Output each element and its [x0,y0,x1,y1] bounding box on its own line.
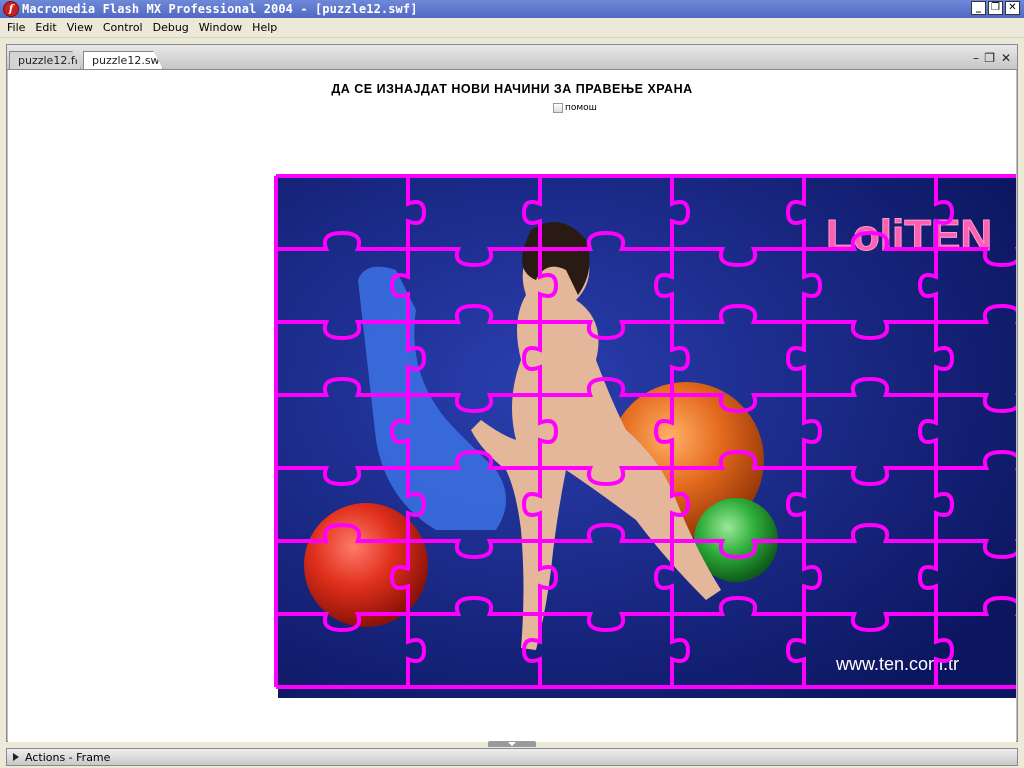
menu-debug[interactable]: Debug [148,21,194,34]
flash-stage: ДА СЕ ИЗНАЈДАТ НОВИ НАЧИНИ ЗА ПРАВЕЊЕ ХР… [8,70,1016,742]
menu-view[interactable]: View [62,21,98,34]
minimize-button[interactable]: _ [971,1,986,15]
page-title: ДА СЕ ИЗНАЈДАТ НОВИ НАЧИНИ ЗА ПРАВЕЊЕ ХР… [331,82,693,96]
menu-edit[interactable]: Edit [30,21,61,34]
menu-help[interactable]: Help [247,21,282,34]
document-window: puzzle12.fla puzzle12.swf – ❐ ✕ ДА СЕ ИЗ… [6,44,1018,742]
help-control[interactable]: помош [553,103,597,113]
menu-bar: File Edit View Control Debug Window Help [0,18,1024,38]
close-button[interactable]: ✕ [1005,1,1020,15]
tab-puzzle12-swf[interactable]: puzzle12.swf [83,51,163,69]
panel-splitter[interactable] [488,741,536,747]
actions-panel-label: Actions - Frame [25,750,111,764]
title-bar: f Macromedia Flash MX Professional 2004 … [0,0,1024,18]
document-close-button[interactable]: ✕ [1001,51,1011,65]
document-restore-button[interactable]: ❐ [984,51,995,65]
window-title: Macromedia Flash MX Professional 2004 - … [22,2,418,16]
tab-puzzle12-fla[interactable]: puzzle12.fla [9,51,81,69]
document-tab-bar: puzzle12.fla puzzle12.swf – ❐ ✕ [7,45,1017,70]
menu-control[interactable]: Control [98,21,148,34]
help-checkbox[interactable] [553,103,563,113]
restore-button[interactable]: ❐ [988,1,1003,15]
flash-icon: f [3,1,19,17]
menu-window[interactable]: Window [194,21,247,34]
expand-triangle-icon[interactable] [13,753,19,761]
url-text: www.ten.com.tr [835,654,959,674]
actions-panel[interactable]: Actions - Frame [6,748,1018,766]
window-controls: _ ❐ ✕ [971,1,1020,15]
document-minimize-button[interactable]: – [973,51,979,65]
menu-file[interactable]: File [2,21,30,34]
puzzle-image[interactable]: LoliTEN www.ten.com.tr [266,170,1016,700]
puzzle-board[interactable]: LoliTEN www.ten.com.tr [266,170,1016,700]
logo-text: LoliTEN [826,211,992,260]
help-label: помош [565,103,597,113]
